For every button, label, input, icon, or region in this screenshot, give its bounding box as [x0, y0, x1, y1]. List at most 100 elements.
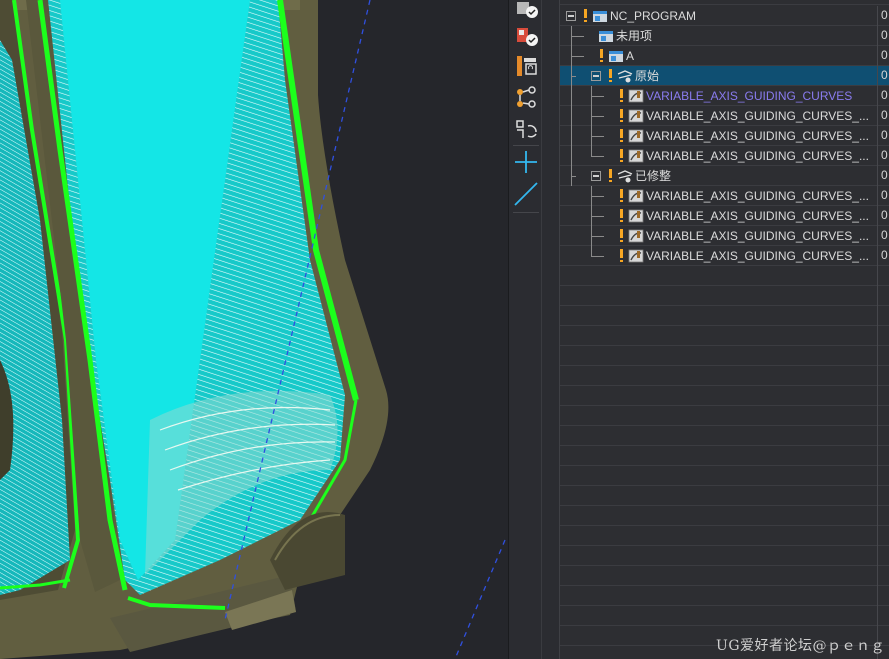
table-row [560, 526, 889, 546]
operation-icon [628, 229, 644, 243]
operation-icon [628, 109, 644, 123]
navigator-row[interactable]: VARIABLE_AXIS_GUIDING_CURVES_... 0 [560, 146, 889, 166]
navigator-row-label: VARIABLE_AXIS_GUIDING_CURVES_... [646, 109, 869, 123]
navigator-row[interactable]: 原始 0 [560, 66, 889, 86]
operation-icon [628, 129, 644, 143]
navigator-row[interactable]: VARIABLE_AXIS_GUIDING_CURVES 0 [560, 86, 889, 106]
name-cell: VARIABLE_AXIS_GUIDING_CURVES_... [560, 206, 878, 226]
navigator-row[interactable]: NC_PROGRAM 0 [560, 6, 889, 26]
name-cell [560, 426, 878, 446]
warning-icon [620, 129, 623, 142]
navigator-row-label: VARIABLE_AXIS_GUIDING_CURVES_... [646, 249, 869, 263]
graphics-viewport[interactable] [0, 0, 508, 659]
tree-connector [591, 196, 604, 197]
warning-icon [620, 209, 623, 222]
navigator-row-label: 已修整 [635, 169, 672, 183]
node-branch-icon[interactable] [512, 84, 540, 112]
operation-icon [628, 209, 644, 223]
navigator-row-value: 0 [881, 208, 888, 222]
warning-icon [620, 189, 623, 202]
navigator-row[interactable]: VARIABLE_AXIS_GUIDING_CURVES_... 0 [560, 106, 889, 126]
tree-connector [571, 86, 572, 106]
collapse-toggle-icon[interactable] [566, 11, 576, 21]
navigator-row[interactable]: VARIABLE_AXIS_GUIDING_CURVES_... 0 [560, 246, 889, 266]
line-tool-icon[interactable] [512, 180, 540, 208]
table-row [560, 366, 889, 386]
tree-connector [571, 106, 572, 126]
navigator-row-value: 0 [881, 88, 888, 102]
navigator-row-label: VARIABLE_AXIS_GUIDING_CURVES_... [646, 229, 869, 243]
verify-tool-icon[interactable] [512, 0, 540, 22]
navigator-row[interactable]: VARIABLE_AXIS_GUIDING_CURVES_... 0 [560, 126, 889, 146]
navigator-row[interactable]: 已修整 0 [560, 166, 889, 186]
navigator-row-label: VARIABLE_AXIS_GUIDING_CURVES_... [646, 189, 869, 203]
navigator-row-value: 0 [881, 108, 888, 122]
operation-icon [628, 249, 644, 263]
tree-connector [571, 56, 584, 57]
name-cell [560, 366, 878, 386]
warning-icon [620, 229, 623, 242]
verify-machine-icon[interactable] [512, 22, 540, 50]
navigator-row-value: 0 [881, 8, 888, 22]
tree-connector [571, 126, 572, 146]
navigator-row[interactable]: 未用项 0 [560, 26, 889, 46]
tree-connector [571, 76, 576, 77]
tree-connector [591, 116, 604, 117]
navigator-row-value: 0 [881, 68, 888, 82]
name-cell: VARIABLE_AXIS_GUIDING_CURVES_... [560, 146, 878, 166]
tool-list-icon[interactable] [512, 52, 540, 80]
name-cell [560, 406, 878, 426]
watermark: UG爱好者论坛@ｐｅｎｇ [716, 638, 885, 654]
name-cell [560, 386, 878, 406]
navigator-row[interactable]: VARIABLE_AXIS_GUIDING_CURVES_... 0 [560, 206, 889, 226]
table-row [560, 566, 889, 586]
navigator-row-value: 0 [881, 248, 888, 262]
tree-connector [591, 156, 604, 157]
method-group-icon [617, 69, 633, 83]
navigator-row-label: 原始 [635, 69, 660, 83]
name-cell [560, 326, 878, 346]
navigator-row-label: VARIABLE_AXIS_GUIDING_CURVES_... [646, 129, 869, 143]
name-cell [560, 306, 878, 326]
tree-connector [571, 176, 576, 177]
table-row [560, 346, 889, 366]
table-row [560, 386, 889, 406]
name-cell: VARIABLE_AXIS_GUIDING_CURVES [560, 86, 878, 106]
tree-connector [571, 146, 572, 166]
panel-splitter[interactable] [542, 0, 560, 659]
tree-connector [571, 36, 584, 37]
tree-connector [591, 96, 604, 97]
tree-connector [591, 256, 604, 257]
swap-order-icon[interactable] [512, 116, 540, 144]
navigator-row-value: 0 [881, 128, 888, 142]
program-root-icon [592, 9, 608, 23]
name-cell [560, 586, 878, 606]
table-row [560, 266, 889, 286]
collapse-toggle-icon[interactable] [591, 171, 601, 181]
warning-icon [609, 169, 612, 182]
navigator-row-label: NC_PROGRAM [610, 9, 697, 23]
name-cell [560, 526, 878, 546]
navigator-row-label: VARIABLE_AXIS_GUIDING_CURVES_... [646, 209, 869, 223]
navigator-row-label: 未用项 [616, 29, 653, 43]
warning-icon [620, 109, 623, 122]
navigator-row[interactable]: VARIABLE_AXIS_GUIDING_CURVES_... 0 [560, 226, 889, 246]
navigator-row-value: 0 [881, 228, 888, 242]
tree-connector [591, 136, 604, 137]
name-cell: A [560, 46, 878, 66]
operation-icon [628, 89, 644, 103]
navigator-row[interactable]: VARIABLE_AXIS_GUIDING_CURVES_... 0 [560, 186, 889, 206]
collapse-toggle-icon[interactable] [591, 71, 601, 81]
navigator-row-value: 0 [881, 168, 888, 182]
navigator-row-value: 0 [881, 188, 888, 202]
table-row [560, 606, 889, 626]
name-cell: VARIABLE_AXIS_GUIDING_CURVES_... [560, 186, 878, 206]
name-cell [560, 566, 878, 586]
name-cell: VARIABLE_AXIS_GUIDING_CURVES_... [560, 246, 878, 266]
name-cell: NC_PROGRAM [560, 6, 878, 26]
navigator-row[interactable]: A0 [560, 46, 889, 66]
table-row [560, 286, 889, 306]
add-point-icon[interactable] [512, 148, 540, 176]
warning-icon [620, 249, 623, 262]
warning-icon [584, 9, 587, 22]
